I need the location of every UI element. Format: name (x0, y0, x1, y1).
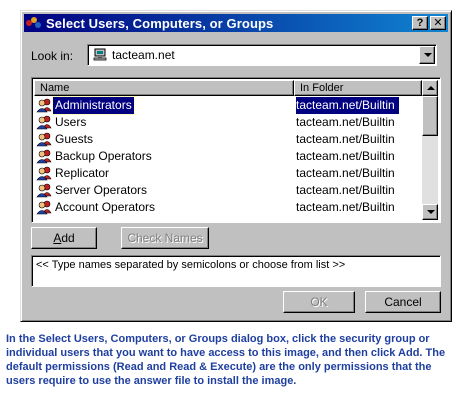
list-item[interactable]: Account Operators tacteam.net/Builtin (34, 199, 422, 216)
list-item-folder: tacteam.net/Builtin (296, 132, 395, 146)
list-item-name: Guests (55, 132, 94, 146)
group-icon (36, 166, 52, 181)
look-in-label: Look in: (31, 49, 74, 63)
column-header-name[interactable]: Name (34, 80, 294, 96)
scroll-thumb[interactable] (422, 96, 438, 136)
users-groups-list[interactable]: Name In Folder Administrators tacteam.net… (31, 77, 441, 223)
check-names-button: Check Names (121, 227, 209, 249)
dialog-title: Select Users, Computers, or Groups (46, 15, 274, 31)
list-item-folder: tacteam.net/Builtin (296, 115, 395, 129)
group-icon (36, 115, 52, 130)
list-item[interactable]: Replicator tacteam.net/Builtin (34, 165, 422, 182)
list-item[interactable]: Administrators tacteam.net/Builtin (34, 96, 422, 115)
close-button[interactable]: ✕ (430, 16, 446, 30)
look-in-dropdown[interactable]: tacteam.net (87, 44, 437, 66)
list-item-name: Account Operators (55, 200, 156, 214)
chevron-down-icon (424, 53, 432, 57)
ok-button: OK (283, 291, 355, 313)
list-item-folder: tacteam.net/Builtin (296, 200, 395, 214)
list-item-name: Server Operators (55, 183, 148, 197)
list-item-folder: tacteam.net/Builtin (296, 97, 399, 114)
list-item-name: Users (55, 115, 87, 129)
arrow-up-icon (427, 86, 435, 90)
cancel-button[interactable]: Cancel (365, 291, 441, 313)
list-item-name: Replicator (55, 166, 110, 180)
list-item[interactable]: Users tacteam.net/Builtin (34, 114, 422, 131)
add-button[interactable]: Add (31, 227, 97, 249)
list-item-folder: tacteam.net/Builtin (296, 183, 395, 197)
list-item-folder: tacteam.net/Builtin (296, 166, 395, 180)
figure-caption: In the Select Users, Computers, or Group… (6, 333, 446, 387)
help-button[interactable]: ? (412, 16, 428, 30)
title-bar[interactable]: Select Users, Computers, or Groups ? ✕ (24, 14, 448, 32)
domain-computer-icon (93, 48, 107, 61)
users-groups-icon (26, 16, 42, 30)
column-header-in-folder[interactable]: In Folder (294, 80, 422, 96)
select-users-dialog: Select Users, Computers, or Groups ? ✕ L… (20, 10, 452, 322)
group-icon (36, 183, 52, 198)
ok-button-label: OK (310, 295, 328, 309)
arrow-down-icon (427, 210, 435, 214)
group-icon (36, 200, 52, 215)
list-item[interactable]: Guests tacteam.net/Builtin (34, 131, 422, 148)
list-item-name: Administrators (52, 96, 135, 115)
group-icon (36, 149, 52, 164)
names-input-placeholder: << Type names separated by semicolons or… (36, 259, 346, 271)
add-button-label: Add (53, 231, 75, 245)
scroll-up-button[interactable] (422, 80, 438, 96)
list-item-folder: tacteam.net/Builtin (296, 149, 395, 163)
list-item-name: Backup Operators (55, 149, 152, 163)
list-header: Name In Folder (34, 80, 422, 96)
check-names-label: Check Names (127, 231, 203, 245)
group-icon (36, 132, 52, 147)
group-icon (36, 98, 52, 113)
list-rows: Administrators tacteam.net/Builtin Users ta… (34, 96, 422, 216)
vertical-scrollbar[interactable] (422, 80, 438, 220)
names-input[interactable]: << Type names separated by semicolons or… (31, 255, 441, 287)
look-in-value: tacteam.net (112, 48, 175, 62)
look-in-dropdown-button[interactable] (419, 46, 435, 64)
list-item[interactable]: Server Operators tacteam.net/Builtin (34, 182, 422, 199)
cancel-button-label: Cancel (384, 295, 422, 309)
list-item[interactable]: Backup Operators tacteam.net/Builtin (34, 148, 422, 165)
scroll-down-button[interactable] (422, 204, 438, 220)
